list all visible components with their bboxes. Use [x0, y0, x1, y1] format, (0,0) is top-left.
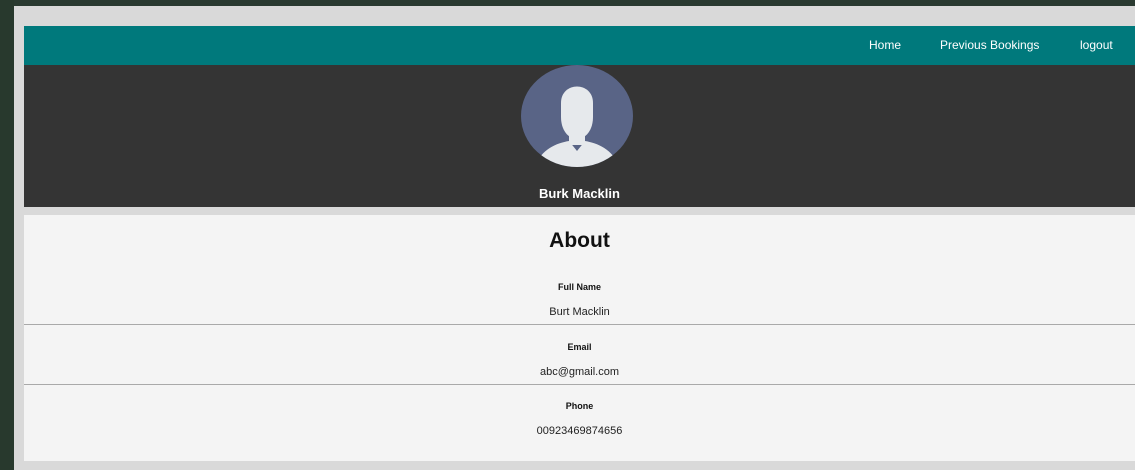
- nav-logout-link[interactable]: logout: [1080, 26, 1113, 65]
- phone-label: Phone: [565, 401, 594, 411]
- profile-name: Burk Macklin: [539, 186, 620, 201]
- field-divider: [24, 384, 1135, 385]
- nav-home-link[interactable]: Home: [869, 26, 901, 65]
- full-name-label: Full Name: [557, 282, 601, 292]
- user-avatar-icon: [521, 65, 633, 167]
- about-panel: About Full Name Burt Macklin Email abc@g…: [24, 215, 1135, 461]
- phone-value: 00923469874656: [536, 425, 623, 437]
- email-label: Email: [567, 342, 592, 352]
- about-heading: About: [549, 229, 610, 252]
- email-value: abc@gmail.com: [539, 366, 620, 378]
- field-divider: [24, 324, 1135, 325]
- full-name-value: Burt Macklin: [549, 306, 610, 318]
- nav-previous-bookings-link[interactable]: Previous Bookings: [940, 26, 1039, 65]
- profile-header: Burk Macklin: [24, 65, 1135, 207]
- top-navbar: Home Previous Bookings logout: [24, 26, 1135, 65]
- page-frame: Home Previous Bookings logout Burk Mackl…: [14, 6, 1135, 470]
- window-edge: [0, 0, 14, 470]
